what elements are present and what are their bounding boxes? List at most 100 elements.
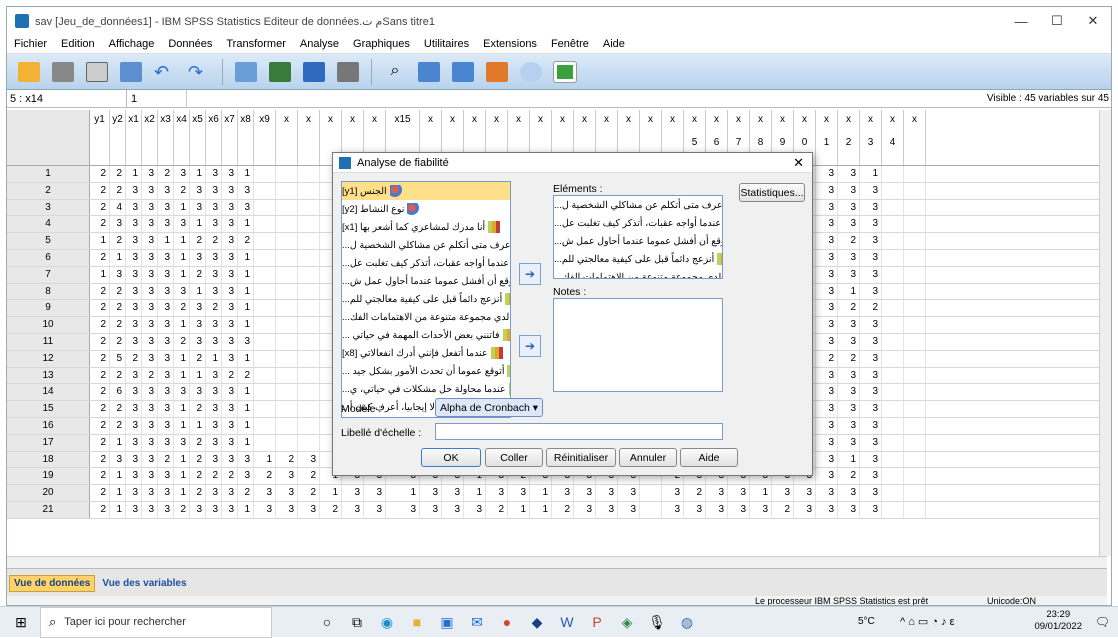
data-cell[interactable]: 3	[206, 333, 222, 350]
cortana-icon[interactable]: ○	[312, 610, 342, 634]
data-cell[interactable]	[904, 417, 926, 434]
data-cell[interactable]: 3	[816, 417, 838, 434]
data-cell[interactable]	[276, 384, 298, 401]
microphone-icon[interactable]: 🎙	[642, 610, 672, 634]
data-cell[interactable]: 1	[126, 166, 142, 182]
data-cell[interactable]: 1	[750, 485, 772, 501]
data-cell[interactable]: 3	[222, 166, 238, 182]
data-cell[interactable]	[276, 283, 298, 300]
data-cell[interactable]: 3	[860, 367, 882, 384]
data-cell[interactable]: 3	[816, 317, 838, 333]
data-cell[interactable]: 2	[90, 283, 110, 300]
data-cell[interactable]: 3	[816, 249, 838, 266]
row-number[interactable]: 4	[7, 216, 90, 233]
open-folder-icon[interactable]	[15, 58, 43, 86]
data-cell[interactable]: 3	[838, 249, 860, 266]
data-cell[interactable]: 1	[860, 166, 882, 182]
data-cell[interactable]	[298, 283, 320, 300]
value-labels-icon[interactable]	[517, 58, 545, 86]
data-cell[interactable]	[882, 417, 904, 434]
data-cell[interactable]: 2	[298, 468, 320, 485]
data-cell[interactable]	[882, 249, 904, 266]
data-cell[interactable]: 3	[126, 501, 142, 518]
data-cell[interactable]: 3	[222, 249, 238, 266]
data-cell[interactable]: 3	[750, 501, 772, 518]
data-cell[interactable]: 3	[364, 485, 386, 501]
data-cell[interactable]: 3	[206, 501, 222, 518]
data-cell[interactable]: 4	[110, 199, 126, 216]
data-cell[interactable]: 2	[190, 233, 206, 249]
data-cell[interactable]	[904, 199, 926, 216]
data-cell[interactable]: 3	[342, 485, 364, 501]
data-cell[interactable]: 3	[142, 233, 158, 249]
data-cell[interactable]: 1	[238, 266, 254, 283]
data-cell[interactable]: 2	[190, 485, 206, 501]
data-cell[interactable]: 3	[728, 485, 750, 501]
data-cell[interactable]: 3	[174, 384, 190, 401]
data-cell[interactable]: 1	[238, 283, 254, 300]
data-cell[interactable]: 1	[174, 266, 190, 283]
data-cell[interactable]	[276, 199, 298, 216]
data-cell[interactable]: 3	[860, 266, 882, 283]
data-cell[interactable]: 3	[174, 166, 190, 182]
dialog-recall-icon[interactable]	[117, 58, 145, 86]
data-cell[interactable]: 3	[158, 367, 174, 384]
data-cell[interactable]: 3	[816, 166, 838, 182]
data-cell[interactable]: 3	[126, 199, 142, 216]
data-cell[interactable]: 2	[110, 166, 126, 182]
data-cell[interactable]	[904, 384, 926, 401]
data-cell[interactable]: 3	[158, 350, 174, 367]
data-cell[interactable]: 1	[110, 434, 126, 451]
data-cell[interactable]: 2	[142, 367, 158, 384]
data-cell[interactable]: 2	[222, 468, 238, 485]
data-cell[interactable]	[254, 216, 276, 233]
data-cell[interactable]	[882, 300, 904, 317]
row-number[interactable]: 10	[7, 317, 90, 333]
data-cell[interactable]: 3	[158, 300, 174, 317]
data-cell[interactable]: 3	[126, 417, 142, 434]
data-cell[interactable]: 2	[90, 249, 110, 266]
data-cell[interactable]: 3	[838, 401, 860, 417]
data-cell[interactable]: 3	[816, 468, 838, 485]
data-cell[interactable]: 2	[110, 367, 126, 384]
data-cell[interactable]: 3	[190, 199, 206, 216]
elements-list[interactable]: أعرف متى أتكلم عن مشاكلي الشخصية ل... عند…	[553, 195, 723, 279]
list-item[interactable]: عندما أتفعل فإنني أدرك انفعالاتي [x8]	[342, 344, 510, 362]
data-cell[interactable]: 1	[386, 485, 420, 501]
data-cell[interactable]	[882, 182, 904, 199]
chrome-icon[interactable]: ●	[492, 610, 522, 634]
data-cell[interactable]: 2	[190, 401, 206, 417]
data-cell[interactable]: 3	[860, 216, 882, 233]
data-cell[interactable]: 2	[90, 417, 110, 434]
data-cell[interactable]: 3	[420, 485, 442, 501]
data-cell[interactable]: 1	[464, 485, 486, 501]
menu-fenetre[interactable]: Fenêtre	[544, 38, 596, 50]
data-cell[interactable]: 1	[238, 166, 254, 182]
data-cell[interactable]: 3	[816, 451, 838, 468]
data-cell[interactable]	[254, 333, 276, 350]
data-cell[interactable]: 3	[728, 501, 750, 518]
data-cell[interactable]: 3	[110, 216, 126, 233]
data-cell[interactable]: 3	[860, 333, 882, 350]
data-cell[interactable]: 2	[190, 350, 206, 367]
data-cell[interactable]: 3	[190, 182, 206, 199]
data-cell[interactable]: 2	[190, 468, 206, 485]
data-cell[interactable]: 1	[174, 367, 190, 384]
data-cell[interactable]	[298, 350, 320, 367]
data-cell[interactable]	[254, 317, 276, 333]
data-cell[interactable]	[904, 216, 926, 233]
data-cell[interactable]	[904, 249, 926, 266]
tab-data-view[interactable]: Vue de données	[9, 575, 96, 592]
cancel-button[interactable]: Annuler	[619, 448, 677, 467]
menu-edition[interactable]: Edition	[54, 38, 102, 50]
data-cell[interactable]: 2	[90, 199, 110, 216]
data-cell[interactable]: 3	[126, 216, 142, 233]
row-number[interactable]: 2	[7, 182, 90, 199]
data-cell[interactable]: 1	[90, 233, 110, 249]
column-header[interactable]: x7	[222, 110, 238, 165]
data-cell[interactable]: 3	[838, 266, 860, 283]
data-cell[interactable]: 1	[174, 199, 190, 216]
data-cell[interactable]: 1	[238, 417, 254, 434]
data-cell[interactable]: 3	[860, 283, 882, 300]
data-cell[interactable]: 3	[706, 485, 728, 501]
